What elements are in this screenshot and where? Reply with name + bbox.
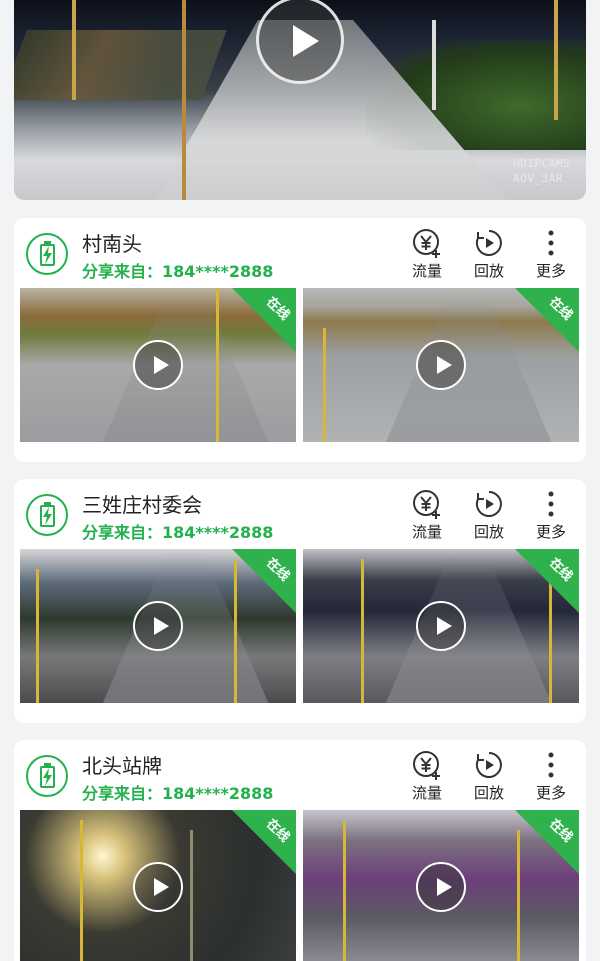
online-ribbon bbox=[515, 288, 579, 352]
play-button[interactable] bbox=[416, 340, 466, 390]
device-name[interactable]: 三姓庄村委会 bbox=[82, 489, 202, 518]
action-label: 流量 bbox=[411, 784, 442, 802]
camera-feed[interactable]: 在线 bbox=[303, 810, 579, 961]
replay-button[interactable]: 回放 bbox=[468, 228, 510, 281]
replay-icon bbox=[468, 228, 510, 258]
device-actions: 流量 回放 更多 bbox=[406, 489, 572, 542]
camera-feed-top[interactable]: HDIPCAMS AOV_3AR bbox=[14, 0, 586, 200]
scene-pole bbox=[343, 820, 346, 961]
more-button[interactable]: 更多 bbox=[530, 228, 572, 281]
yuan-plus-icon bbox=[406, 750, 448, 780]
play-button[interactable] bbox=[256, 0, 344, 84]
camera-feed[interactable]: 在线 bbox=[20, 549, 296, 703]
play-button[interactable] bbox=[133, 601, 183, 651]
osd-line-1: HDIPCAMS bbox=[513, 157, 570, 170]
camera-thumbnails: 在线 在线 bbox=[20, 288, 579, 442]
device-card: 村南头 分享来自：184****2888 流量 回放 更多 在线 在线 bbox=[14, 218, 586, 462]
action-label: 回放 bbox=[473, 784, 504, 802]
share-from-text: 分享来自：184****2888 bbox=[82, 523, 274, 542]
scene-pole bbox=[554, 0, 558, 120]
camera-feed[interactable]: 在线 bbox=[303, 549, 579, 703]
replay-button[interactable]: 回放 bbox=[468, 750, 510, 803]
online-ribbon bbox=[232, 288, 296, 352]
camera-feed[interactable]: 在线 bbox=[20, 810, 296, 961]
yuan-plus-icon bbox=[406, 228, 448, 258]
more-vertical-icon bbox=[530, 750, 572, 780]
play-button[interactable] bbox=[416, 862, 466, 912]
scene-field bbox=[14, 30, 227, 100]
traffic-button[interactable]: 流量 bbox=[406, 228, 448, 281]
replay-icon bbox=[468, 489, 510, 519]
scene-pole bbox=[361, 559, 364, 703]
play-button[interactable] bbox=[416, 601, 466, 651]
scene-pole bbox=[432, 20, 436, 110]
device-actions: 流量 回放 更多 bbox=[406, 228, 572, 281]
action-label: 更多 bbox=[535, 523, 566, 541]
device-card: 三姓庄村委会 分享来自：184****2888 流量 回放 更多 在线 在线 bbox=[14, 479, 586, 723]
traffic-button[interactable]: 流量 bbox=[406, 489, 448, 542]
camera-thumbnails: 在线 在线 bbox=[20, 810, 579, 961]
device-actions: 流量 回放 更多 bbox=[406, 750, 572, 803]
scene-pole bbox=[216, 288, 219, 442]
scene-pole bbox=[190, 830, 193, 961]
more-vertical-icon bbox=[530, 228, 572, 258]
online-ribbon bbox=[515, 549, 579, 613]
scene-pole bbox=[182, 0, 186, 200]
camera-feed[interactable]: 在线 bbox=[303, 288, 579, 442]
scene-pole bbox=[72, 0, 76, 100]
action-label: 回放 bbox=[473, 262, 504, 280]
action-label: 流量 bbox=[411, 523, 442, 541]
online-ribbon bbox=[232, 549, 296, 613]
top-video-card: HDIPCAMS AOV_3AR bbox=[14, 0, 586, 200]
more-button[interactable]: 更多 bbox=[530, 489, 572, 542]
share-from-text: 分享来自：184****2888 bbox=[82, 784, 274, 803]
play-button[interactable] bbox=[133, 340, 183, 390]
action-label: 流量 bbox=[411, 262, 442, 280]
scene-pole bbox=[323, 328, 326, 442]
device-name[interactable]: 北头站牌 bbox=[82, 750, 162, 779]
camera-osd: HDIPCAMS AOV_3AR bbox=[513, 156, 570, 186]
battery-icon bbox=[26, 233, 68, 275]
play-button[interactable] bbox=[133, 862, 183, 912]
replay-button[interactable]: 回放 bbox=[468, 489, 510, 542]
scene-pole bbox=[36, 569, 39, 703]
camera-feed[interactable]: 在线 bbox=[20, 288, 296, 442]
yuan-plus-icon bbox=[406, 489, 448, 519]
camera-thumbnails: 在线 在线 bbox=[20, 549, 579, 703]
replay-icon bbox=[468, 750, 510, 780]
traffic-button[interactable]: 流量 bbox=[406, 750, 448, 803]
action-label: 回放 bbox=[473, 523, 504, 541]
online-ribbon bbox=[515, 810, 579, 874]
more-vertical-icon bbox=[530, 489, 572, 519]
osd-line-2: AOV_3AR bbox=[513, 172, 563, 185]
action-label: 更多 bbox=[535, 262, 566, 280]
battery-icon bbox=[26, 755, 68, 797]
device-name[interactable]: 村南头 bbox=[82, 228, 142, 257]
online-ribbon bbox=[232, 810, 296, 874]
device-card: 北头站牌 分享来自：184****2888 流量 回放 更多 在线 在线 bbox=[14, 740, 586, 961]
battery-icon bbox=[26, 494, 68, 536]
more-button[interactable]: 更多 bbox=[530, 750, 572, 803]
action-label: 更多 bbox=[535, 784, 566, 802]
share-from-text: 分享来自：184****2888 bbox=[82, 262, 274, 281]
scene-pole bbox=[80, 820, 83, 961]
